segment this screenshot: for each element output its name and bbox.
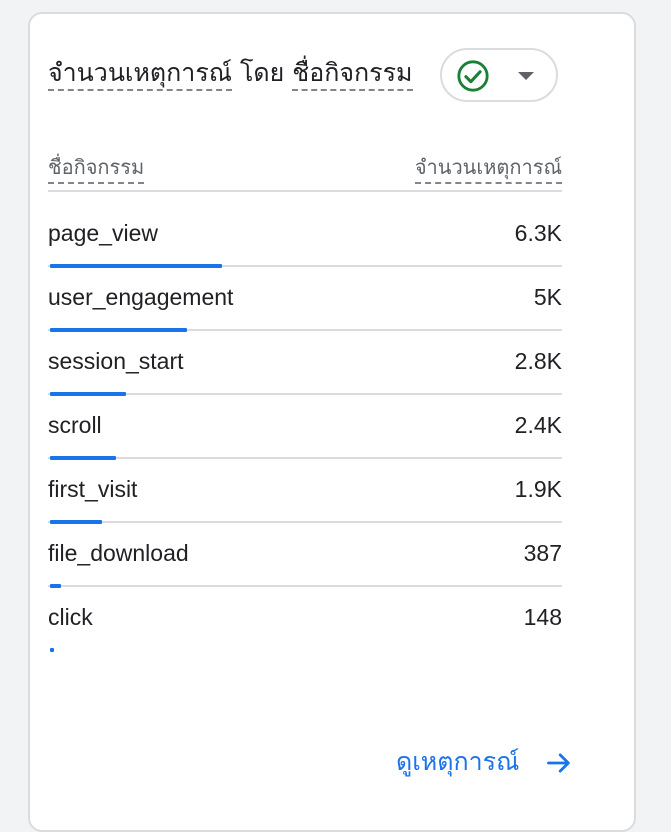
card-header: จำนวนเหตุการณ์ โดย ชื่อกิจกรรม <box>48 48 560 104</box>
title-dimension[interactable]: ชื่อกิจกรรม <box>292 58 413 91</box>
table-row[interactable]: page_view 6.3K <box>48 200 562 268</box>
view-events-label: ดูเหตุการณ์ <box>396 747 520 776</box>
event-count-bar <box>50 648 54 652</box>
comparison-filter-button[interactable] <box>440 48 558 102</box>
column-header-event-count[interactable]: จำนวนเหตุการณ์ <box>414 152 562 184</box>
check-circle-icon <box>457 60 489 92</box>
event-count-cell: 2.8K <box>514 348 562 374</box>
table-row[interactable]: click 148 <box>48 584 562 652</box>
table-row[interactable]: user_engagement 5K <box>48 264 562 332</box>
table-row[interactable]: file_download 387 <box>48 520 562 588</box>
table-body: page_view 6.3K user_engagement 5K session_st… <box>48 200 562 652</box>
event-count-cell: 1.9K <box>514 476 562 502</box>
event-name-cell: session_start <box>48 348 184 374</box>
table-row[interactable]: first_visit 1.9K <box>48 456 562 524</box>
event-name-cell: scroll <box>48 412 102 438</box>
event-name-cell: file_download <box>48 540 189 566</box>
event-count-cell: 387 <box>523 540 562 566</box>
event-name-cell: click <box>48 604 93 630</box>
event-count-cell: 5K <box>533 284 562 310</box>
table-row[interactable]: scroll 2.4K <box>48 392 562 460</box>
event-count-cell: 2.4K <box>514 412 562 438</box>
card-title: จำนวนเหตุการณ์ โดย ชื่อกิจกรรม <box>48 56 413 91</box>
table-header: ชื่อกิจกรรม จำนวนเหตุการณ์ <box>48 152 562 192</box>
title-by: โดย <box>239 58 285 87</box>
title-metric[interactable]: จำนวนเหตุการณ์ <box>48 58 232 91</box>
row-divider <box>48 649 562 651</box>
event-name-cell: page_view <box>48 220 158 246</box>
event-count-cell: 6.3K <box>514 220 562 246</box>
event-count-cell: 148 <box>523 604 562 630</box>
caret-down-icon <box>518 72 534 80</box>
view-events-link[interactable]: ดูเหตุการณ์ <box>396 742 573 782</box>
table-row[interactable]: session_start 2.8K <box>48 328 562 396</box>
arrow-right-icon <box>547 753 570 773</box>
event-name-cell: user_engagement <box>48 284 234 310</box>
event-name-cell: first_visit <box>48 476 138 502</box>
column-header-event-name[interactable]: ชื่อกิจกรรม <box>48 152 145 184</box>
